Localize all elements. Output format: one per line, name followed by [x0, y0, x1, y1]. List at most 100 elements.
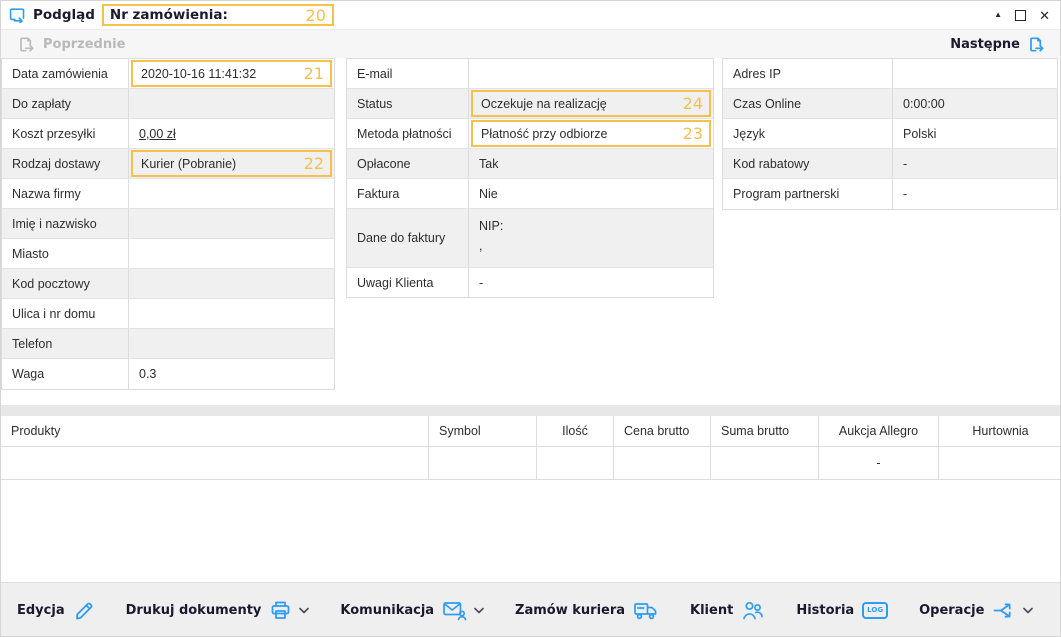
log-icon: LOG: [862, 602, 888, 619]
row-value: 0,00 zł: [129, 119, 334, 148]
annotation-23: 23: [683, 124, 703, 143]
section-divider: [1, 405, 1060, 416]
row-label: Czas Online: [723, 89, 893, 118]
row-label: Adres IP: [723, 59, 893, 88]
history-button[interactable]: Historia LOG: [796, 602, 888, 619]
row-value: [893, 59, 1057, 88]
courier-truck-icon: [633, 600, 659, 621]
table-row: Waga 0.3: [2, 359, 334, 389]
product-allegro-cell: -: [819, 447, 939, 479]
table-row: Opłacone Tak: [347, 149, 713, 179]
order-number-highlight-box: Nr zamówienia: 20: [102, 4, 334, 26]
next-label: Następne: [950, 37, 1020, 52]
customer-button[interactable]: Klient: [690, 600, 765, 621]
row-label: Koszt przesyłki: [2, 119, 129, 148]
row-label: Telefon: [2, 329, 129, 358]
table-row: Faktura Nie: [347, 179, 713, 209]
table-row: Adres IP: [723, 59, 1057, 89]
product-row[interactable]: -: [1, 447, 1061, 479]
shipping-cost-link[interactable]: 0,00 zł: [139, 127, 176, 141]
edit-button[interactable]: Edycja: [17, 600, 95, 622]
history-label: Historia: [796, 603, 854, 618]
row-label: Faktura: [347, 179, 469, 208]
table-row: Koszt przesyłki 0,00 zł: [2, 119, 334, 149]
window-export-icon: [9, 7, 26, 23]
table-row: Czas Online 0:00:00: [723, 89, 1057, 119]
annotation-21: 21: [304, 64, 324, 83]
previous-label: Poprzednie: [43, 37, 125, 52]
table-row: Kod rabatowy -: [723, 149, 1057, 179]
print-documents-button[interactable]: Drukuj dokumenty: [126, 600, 310, 621]
table-row: Język Polski: [723, 119, 1057, 149]
collapse-icon[interactable]: ▲: [994, 11, 1002, 19]
row-label: Ulica i nr domu: [2, 299, 129, 328]
row-label: Opłacone: [347, 149, 469, 178]
invoice-value: Nie: [469, 179, 713, 208]
products-table: Produkty Symbol Ilość Cena brutto Suma b…: [1, 416, 1061, 480]
page-arrow-icon: [1027, 35, 1046, 54]
order-courier-label: Zamów kuriera: [515, 603, 625, 618]
column-header: Ilość: [537, 416, 614, 446]
row-value: [469, 59, 713, 88]
window-controls: ▲ ✕: [994, 9, 1050, 22]
row-label: Data zamówienia: [2, 59, 129, 88]
maximize-icon[interactable]: [1015, 10, 1026, 21]
column-header: Suma brutto: [711, 416, 819, 446]
row-value: [129, 89, 334, 118]
chevron-down-icon[interactable]: [299, 607, 309, 614]
annotation-22: 22: [304, 154, 324, 173]
pencil-icon: [73, 600, 95, 622]
row-label: Uwagi Klienta: [347, 268, 469, 297]
table-row: Do zapłaty: [2, 89, 334, 119]
communication-button[interactable]: Komunikacja: [340, 600, 484, 621]
order-preview-window: Podgląd Nr zamówienia: 20 ▲ ✕ Poprzednie…: [0, 0, 1061, 637]
order-courier-button[interactable]: Zamów kuriera: [515, 600, 659, 621]
mail-person-icon: [442, 600, 467, 621]
next-order-button[interactable]: Następne: [950, 35, 1046, 54]
page-title: Podgląd: [33, 7, 95, 23]
print-documents-label: Drukuj dokumenty: [126, 603, 262, 618]
table-row: Ulica i nr domu: [2, 299, 334, 329]
column-header: Symbol: [429, 416, 537, 446]
order-date-highlight-box: 2020-10-16 11:41:32 21: [131, 60, 332, 87]
row-label: Dane do faktury: [347, 209, 469, 267]
row-label: Waga: [2, 359, 129, 389]
row-label: Do zapłaty: [2, 89, 129, 118]
table-row: Rodzaj dostawy Kurier (Pobranie) 22: [2, 149, 334, 179]
row-label: Imię i nazwisko: [2, 209, 129, 238]
delivery-type-highlight-box: Kurier (Pobranie) 22: [131, 150, 332, 177]
chevron-down-icon[interactable]: [1023, 607, 1033, 614]
payment-method-highlight-box: Płatność przy odbiorze 23: [471, 120, 711, 147]
row-label: Miasto: [2, 239, 129, 268]
close-window-icon[interactable]: ✕: [1039, 9, 1050, 22]
previous-order-button[interactable]: Poprzednie: [17, 35, 125, 54]
product-price-cell: [614, 447, 711, 479]
customer-label: Klient: [690, 603, 733, 618]
product-wholesaler-cell: [939, 447, 1061, 479]
language-value: Polski: [893, 119, 1057, 148]
delivery-type-value: Kurier (Pobranie): [141, 157, 236, 171]
title-bar: Podgląd Nr zamówienia: 20 ▲ ✕: [1, 1, 1060, 30]
status-cell: Oczekuje na realizację 24: [469, 89, 713, 118]
table-row: Data zamówienia 2020-10-16 11:41:32 21: [2, 59, 334, 89]
column-header: Cena brutto: [614, 416, 711, 446]
action-toolbar: Edycja Drukuj dokumenty Komunikacja: [1, 582, 1060, 637]
annotation-24: 24: [683, 94, 703, 113]
table-row: Status Oczekuje na realizację 24: [347, 89, 713, 119]
table-row: Telefon: [2, 329, 334, 359]
product-symbol-cell: [429, 447, 537, 479]
printer-icon: [269, 600, 292, 621]
operations-button[interactable]: Operacje: [919, 600, 1033, 621]
split-arrows-icon: [992, 600, 1016, 621]
paid-value: Tak: [469, 149, 713, 178]
row-value: [129, 209, 334, 238]
row-label: Kod rabatowy: [723, 149, 893, 178]
chevron-down-icon[interactable]: [474, 607, 484, 614]
order-date-cell: 2020-10-16 11:41:32 21: [129, 59, 334, 88]
order-details-area: Data zamówienia 2020-10-16 11:41:32 21 D…: [1, 58, 1060, 582]
table-row: Program partnerski -: [723, 179, 1057, 209]
column-header: Aukcja Allegro: [819, 416, 939, 446]
table-row: Metoda płatności Płatność przy odbiorze …: [347, 119, 713, 149]
row-label: Kod pocztowy: [2, 269, 129, 298]
edit-label: Edycja: [17, 603, 65, 618]
